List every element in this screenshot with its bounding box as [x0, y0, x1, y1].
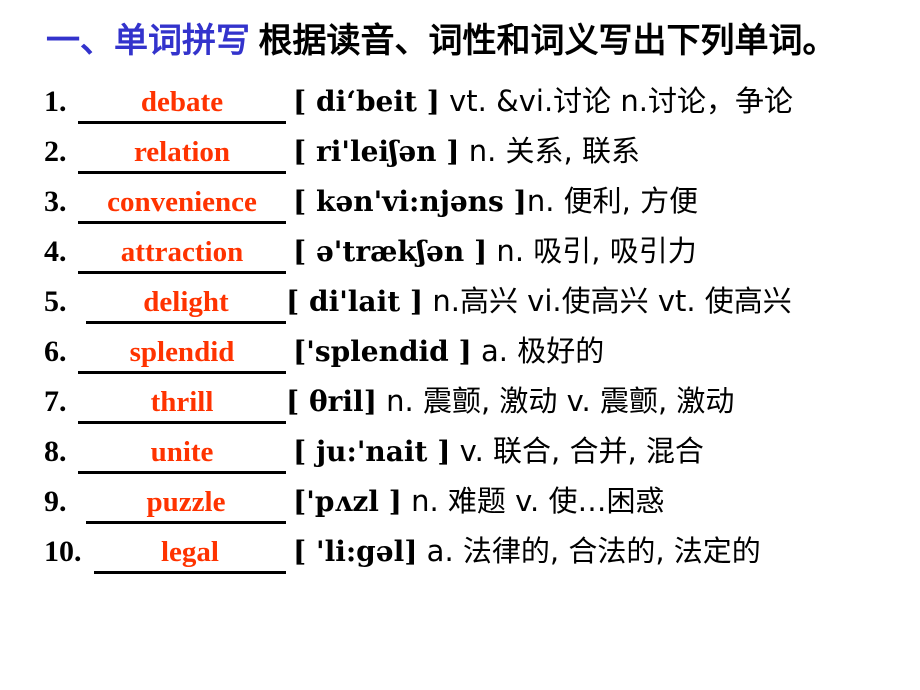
- list-item: 5. delight [ di'lait ] n.高兴 vi.使高兴 vt. 使高兴: [44, 276, 920, 326]
- list-item: 6. splendid ['splendid ] a. 极好的: [44, 326, 920, 376]
- answer-word: legal: [161, 536, 219, 568]
- item-number: 9.: [44, 485, 67, 518]
- answer-blank[interactable]: relation: [78, 131, 286, 174]
- answer-blank[interactable]: unite: [78, 431, 286, 474]
- list-item: 9. puzzle ['pʌzl ] n. 难题 v. 使…困惑: [44, 476, 920, 526]
- item-number: 8.: [44, 435, 67, 468]
- answer-word: relation: [133, 136, 231, 168]
- item-definition: [ kən'vi:njəns ]n. 便利, 方便: [286, 176, 698, 227]
- slide-canvas: 一、单词拼写 根据读音、词性和词义写出下列单词。 1. debate [ di‘be…: [0, 0, 920, 690]
- answer-blank[interactable]: splendid: [78, 331, 286, 374]
- answer-blank[interactable]: convenience: [78, 181, 286, 224]
- item-number: 1.: [44, 85, 67, 118]
- list-item: 8. unite [ ju:'nait ] v. 联合, 合并, 混合: [44, 426, 920, 476]
- item-definition: [ 'li:gəl] a. 法律的, 合法的, 法定的: [286, 526, 761, 577]
- answer-word: puzzle: [146, 486, 226, 518]
- answer-word: delight: [143, 286, 229, 318]
- answer-blank[interactable]: debate: [78, 81, 286, 124]
- answer-word: splendid: [129, 336, 235, 368]
- item-number: 6.: [44, 335, 67, 368]
- part-of-speech-meaning: n. 便利, 方便: [526, 184, 699, 218]
- part-of-speech-meaning: n. 关系, 联系: [459, 134, 640, 168]
- part-of-speech-meaning: n. 吸引, 吸引力: [487, 234, 697, 268]
- item-number: 4.: [44, 235, 67, 268]
- page-title: 一、单词拼写 根据读音、词性和词义写出下列单词。: [46, 22, 837, 62]
- part-of-speech-meaning: n.高兴 vi.使高兴 vt. 使高兴: [423, 284, 792, 318]
- part-of-speech-meaning: a. 极好的: [471, 334, 605, 368]
- answer-word: debate: [140, 86, 224, 118]
- list-item: 3. convenience [ kən'vi:njəns ]n. 便利, 方便: [44, 176, 920, 226]
- answer-word: attraction: [120, 236, 244, 268]
- page-title-highlight: 一、单词拼写: [46, 23, 250, 60]
- phonetic-transcription: [ ə'trækʃən ]: [293, 235, 488, 268]
- answer-blank[interactable]: legal: [94, 531, 286, 574]
- item-number: 7.: [44, 385, 67, 418]
- phonetic-transcription: [ 'li:gəl]: [293, 535, 418, 568]
- phonetic-transcription: ['pʌzl ]: [293, 485, 402, 518]
- item-definition: ['splendid ] a. 极好的: [286, 326, 604, 377]
- answer-word: unite: [150, 436, 214, 468]
- answer-blank[interactable]: delight: [86, 281, 286, 324]
- phonetic-transcription: [ di'lait ]: [286, 285, 424, 318]
- item-definition: [ ju:'nait ] v. 联合, 合并, 混合: [286, 426, 704, 477]
- item-definition: [ di‘beit ] vt. &vi.讨论 n.讨论，争论: [286, 76, 793, 127]
- answer-blank[interactable]: thrill: [78, 381, 286, 424]
- phonetic-transcription: [ ri'leiʃən ]: [293, 135, 460, 168]
- item-definition: [ ə'trækʃən ] n. 吸引, 吸引力: [286, 226, 697, 277]
- item-number: 2.: [44, 135, 67, 168]
- item-definition: [ θril] n. 震颤, 激动 v. 震颤, 激动: [286, 376, 734, 427]
- item-definition: [ di'lait ] n.高兴 vi.使高兴 vt. 使高兴: [286, 276, 792, 327]
- phonetic-transcription: ['splendid ]: [293, 335, 472, 368]
- list-item: 10. legal [ 'li:gəl] a. 法律的, 合法的, 法定的: [44, 526, 920, 576]
- page-title-rest: 根据读音、词性和词义写出下列单词。: [250, 23, 837, 60]
- item-definition: ['pʌzl ] n. 难题 v. 使…困惑: [286, 476, 665, 527]
- item-number: 10.: [44, 535, 82, 568]
- part-of-speech-meaning: n. 震颤, 激动 v. 震颤, 激动: [376, 384, 735, 418]
- part-of-speech-meaning: n. 难题 v. 使…困惑: [401, 484, 665, 518]
- phonetic-transcription: [ θril]: [286, 385, 377, 418]
- list-item: 1. debate [ di‘beit ] vt. &vi.讨论 n.讨论，争论: [44, 76, 920, 126]
- part-of-speech-meaning: vt. &vi.讨论 n.讨论，争论: [439, 84, 793, 118]
- list-item: 7. thrill [ θril] n. 震颤, 激动 v. 震颤, 激动: [44, 376, 920, 426]
- item-number: 5.: [44, 285, 67, 318]
- phonetic-transcription: [ kən'vi:njəns ]: [293, 185, 527, 218]
- item-definition: [ ri'leiʃən ] n. 关系, 联系: [286, 126, 640, 177]
- answer-word: convenience: [107, 186, 257, 218]
- part-of-speech-meaning: a. 法律的, 合法的, 法定的: [417, 534, 761, 568]
- item-number: 3.: [44, 185, 67, 218]
- part-of-speech-meaning: v. 联合, 合并, 混合: [450, 434, 704, 468]
- answer-word: thrill: [150, 386, 214, 418]
- vocabulary-list: 1. debate [ di‘beit ] vt. &vi.讨论 n.讨论，争论 2…: [44, 76, 920, 576]
- answer-blank[interactable]: puzzle: [86, 481, 286, 524]
- list-item: 2. relation [ ri'leiʃən ] n. 关系, 联系: [44, 126, 920, 176]
- list-item: 4. attraction [ ə'trækʃən ] n. 吸引, 吸引力: [44, 226, 920, 276]
- phonetic-transcription: [ ju:'nait ]: [293, 435, 451, 468]
- answer-blank[interactable]: attraction: [78, 231, 286, 274]
- phonetic-transcription: [ di‘beit ]: [293, 85, 440, 118]
